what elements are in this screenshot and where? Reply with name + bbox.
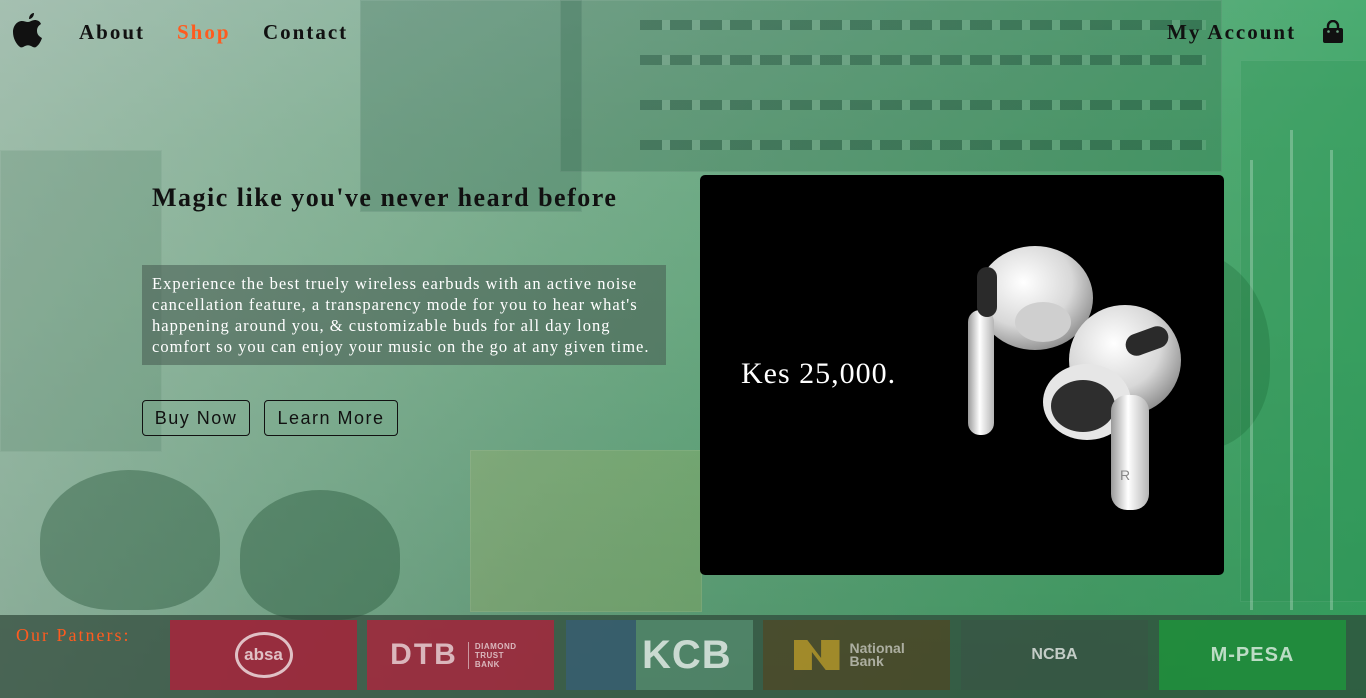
top-nav: About Shop Contact My Account xyxy=(0,0,1366,66)
product-price: Kes 25,000. xyxy=(741,357,897,390)
hero-title: Magic like you've never heard before xyxy=(152,183,618,212)
partner-logo-mpesa[interactable]: M-PESA xyxy=(1159,620,1346,690)
partners-strip: Our Patners: absa DTB DIAMOND TRUST BANK… xyxy=(0,615,1366,698)
partners-label: Our Patners: xyxy=(16,625,131,645)
learn-more-button[interactable]: Learn More xyxy=(264,400,398,436)
my-account-link[interactable]: My Account xyxy=(1167,20,1296,45)
kcb-logo-text: KCB xyxy=(642,632,732,677)
nav-link-shop[interactable]: Shop xyxy=(177,20,231,45)
nav-link-about[interactable]: About xyxy=(79,20,145,45)
partner-logo-ncba[interactable]: NCBA xyxy=(961,620,1148,690)
product-card: Kes 25,000. R xyxy=(700,175,1224,575)
national-bank-logo-text: National Bank xyxy=(849,640,905,669)
partner-logo-kcb[interactable]: KCB xyxy=(566,620,753,690)
nav-link-contact[interactable]: Contact xyxy=(263,20,348,45)
kcb-lion-icon xyxy=(566,620,636,690)
apple-logo-icon[interactable] xyxy=(11,10,45,50)
absa-logo-text: absa xyxy=(244,645,283,664)
ncba-logo-text: NCBA xyxy=(1031,646,1078,663)
shopping-bag-icon[interactable] xyxy=(1322,20,1344,44)
buy-now-button[interactable]: Buy Now xyxy=(142,400,250,436)
dtb-logo-subtext: DIAMOND TRUST BANK xyxy=(467,641,531,669)
partner-logo-dtb[interactable]: DTB DIAMOND TRUST BANK xyxy=(367,620,554,690)
partner-logo-national-bank[interactable]: National Bank xyxy=(763,620,950,690)
hero-description: Experience the best truely wireless earb… xyxy=(142,265,666,365)
partner-logo-absa[interactable]: absa xyxy=(170,620,357,690)
airpods-pro-image: R xyxy=(968,246,1181,510)
dtb-logo-text: DTB xyxy=(390,638,458,671)
mpesa-logo-text: M-PESA xyxy=(1210,643,1295,666)
earbud-r-mark: R xyxy=(1120,467,1130,483)
national-bank-mark-icon xyxy=(793,640,840,670)
